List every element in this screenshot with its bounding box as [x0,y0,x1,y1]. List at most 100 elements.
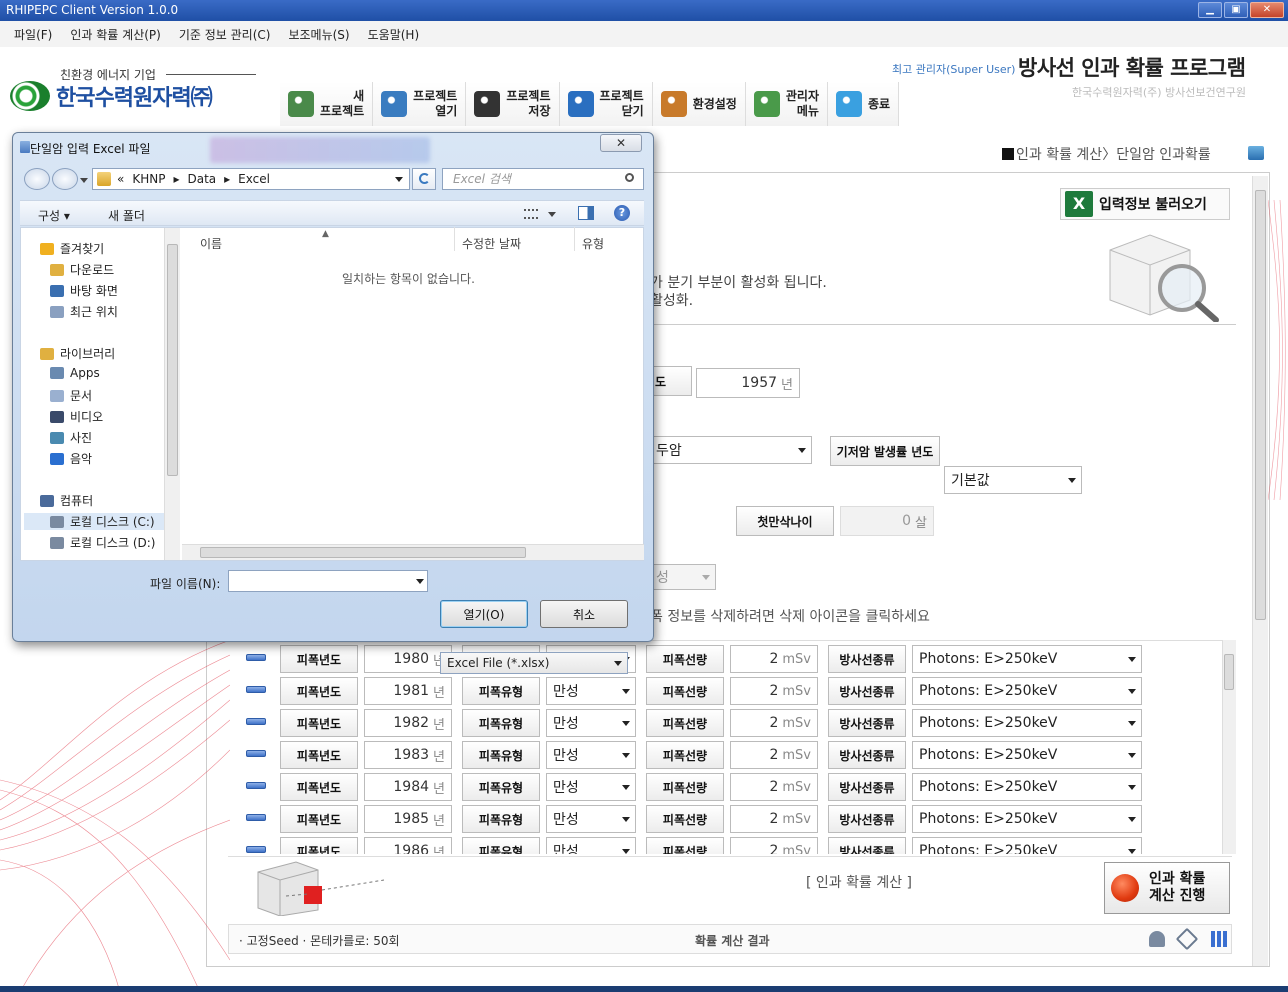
tree-item-2[interactable]: 바탕 화면 [50,282,118,299]
delete-row-icon[interactable] [246,814,266,821]
tree-item-7[interactable]: 비디오 [50,408,103,425]
tree-item-4[interactable]: 라이브러리 [40,345,115,362]
exposure-dose-field[interactable]: 2 mSv [730,805,818,833]
open-button[interactable]: 열기(O) [440,600,528,628]
history-dropdown-icon[interactable] [80,178,88,183]
radiation-type-select[interactable]: Photons: E>250keV [912,805,1142,833]
delete-row-icon[interactable] [246,782,266,789]
tree-scroll-thumb[interactable] [167,244,178,476]
organize-button[interactable]: 구성 ▾ [38,207,70,224]
cancer-type-select[interactable]: 두암 [650,436,812,464]
cancel-button[interactable]: 취소 [540,600,628,628]
address-bar[interactable]: « KHNP ▸ Data ▸ Excel [92,168,410,190]
toolbar-button-0[interactable]: 새 프로젝트 [280,82,374,126]
exposure-type-select[interactable]: 만성 [546,709,636,737]
toolbar-button-1[interactable]: 프로젝트 열기 [373,82,467,126]
path-khnp[interactable]: KHNP [132,172,165,186]
user-icon[interactable] [1149,931,1165,947]
gender-select[interactable]: 성 [650,564,716,590]
menu-calc[interactable]: 인과 확률 계산(P) [70,26,160,43]
exposure-dose-field[interactable]: 2 mSv [730,741,818,769]
birth-year-field[interactable]: 1957 년 [696,368,800,398]
delete-row-icon[interactable] [246,750,266,757]
radiation-type-select[interactable]: Photons: E>250keV [912,773,1142,801]
tree-item-8[interactable]: 사진 [50,429,92,446]
view-options-icon[interactable] [524,209,538,219]
filename-input[interactable] [228,570,428,592]
back-button[interactable] [24,168,50,190]
delete-row-icon[interactable] [246,686,266,693]
dialog-close-button[interactable]: ✕ [600,134,642,152]
radiation-type-select[interactable]: Photons: E>250keV [912,677,1142,705]
run-calculation-button[interactable]: 인과 확률 계산 진행 [1104,862,1230,914]
load-input-excel-button[interactable]: X 입력정보 불러오기 [1060,188,1230,220]
radiation-type-select[interactable]: Photons: E>250keV [912,709,1142,737]
toolbar-button-3[interactable]: 프로젝트 닫기 [559,82,653,126]
exposure-year-field[interactable]: 1982 년 [364,709,452,737]
menu-base-info[interactable]: 기준 정보 관리(C) [179,26,271,43]
path-data[interactable]: Data [187,172,216,186]
chevron-down-icon[interactable] [395,177,403,182]
exposure-year-field[interactable]: 1981 년 [364,677,452,705]
path-arrow[interactable]: ▸ [224,172,230,186]
exposure-dose-field[interactable]: 2 mSv [730,773,818,801]
maximize-button[interactable]: ▣ [1224,2,1248,18]
menu-help[interactable]: 도움말(H) [368,26,420,43]
tree-item-5[interactable]: Apps [50,366,100,380]
preview-pane-icon[interactable] [578,206,594,220]
exposure-dose-field[interactable]: 2 mSv [730,645,818,673]
hscroll-thumb[interactable] [200,547,526,558]
delete-row-icon[interactable] [246,846,266,853]
tree-item-12[interactable]: 로컬 디스크 (D:) [50,534,155,551]
exposure-year-field[interactable]: 1983 년 [364,741,452,769]
path-excel[interactable]: Excel [238,172,270,186]
main-scrollbar-thumb[interactable] [1255,190,1266,620]
toolbar-button-5[interactable]: 관리자 메뉴 [745,82,828,126]
exposure-dose-field[interactable]: 2 mSv [730,677,818,705]
exposure-list-scrollbar[interactable] [1222,640,1236,854]
baseline-year-select[interactable]: 기본값 [944,466,1082,494]
column-type[interactable]: 유형 [582,235,604,252]
radiation-type-select[interactable]: Photons: E>250keV [912,741,1142,769]
tools-icon[interactable] [1175,927,1199,951]
tree-item-10[interactable]: 컴퓨터 [40,492,93,509]
exposure-dose-field[interactable]: 2 mSv [730,837,818,854]
tree-scrollbar[interactable] [164,228,180,560]
new-folder-button[interactable]: 새 폴더 [108,207,145,224]
breadcrumb-root[interactable]: 인과 확률 계산 [1016,147,1102,163]
exposure-type-select[interactable]: 만성 [546,805,636,833]
exposure-dose-field[interactable]: 2 mSv [730,709,818,737]
tree-item-11[interactable]: 로컬 디스크 (C:) [24,513,180,530]
exposure-type-select[interactable]: 만성 [546,773,636,801]
menu-aux[interactable]: 보조메뉴(S) [288,26,349,43]
tree-item-1[interactable]: 다운로드 [50,261,114,278]
tree-item-0[interactable]: 즐겨찾기 [40,240,104,257]
chevron-down-icon[interactable] [548,212,556,217]
radiation-type-select[interactable]: Photons: E>250keV [912,645,1142,673]
exposure-scroll-thumb[interactable] [1224,654,1234,690]
minimize-button[interactable]: ▁ [1198,2,1222,18]
delete-row-icon[interactable] [246,654,266,661]
first-pregnancy-age-field[interactable]: 0살 [840,506,934,536]
menu-file[interactable]: 파일(F) [14,26,52,43]
tree-item-9[interactable]: 음악 [50,450,92,467]
tree-item-6[interactable]: 문서 [50,387,92,404]
toolbar-button-6[interactable]: 종료 [827,82,900,126]
toolbar-button-4[interactable]: 환경설정 [652,82,746,126]
column-name[interactable]: 이름 [200,235,222,252]
exposure-year-field[interactable]: 1984 년 [364,773,452,801]
exposure-year-field[interactable]: 1985 년 [364,805,452,833]
exposure-type-select[interactable]: 만성 [546,741,636,769]
chevron-down-icon[interactable] [416,579,424,584]
close-window-button[interactable]: ✕ [1250,2,1284,18]
chart-icon[interactable] [1211,931,1227,947]
column-date[interactable]: 수정한 날짜 [462,235,521,252]
path-arrow[interactable]: ▸ [173,172,179,186]
exposure-year-field[interactable]: 1980년 [364,645,452,673]
refresh-button[interactable] [412,168,436,190]
delete-row-icon[interactable] [246,718,266,725]
toolbar-button-2[interactable]: 프로젝트 저장 [466,82,560,126]
exposure-type-select[interactable]: 만성 [546,837,636,854]
main-scrollbar[interactable] [1252,176,1268,966]
radiation-type-select[interactable]: Photons: E>250keV [912,837,1142,854]
